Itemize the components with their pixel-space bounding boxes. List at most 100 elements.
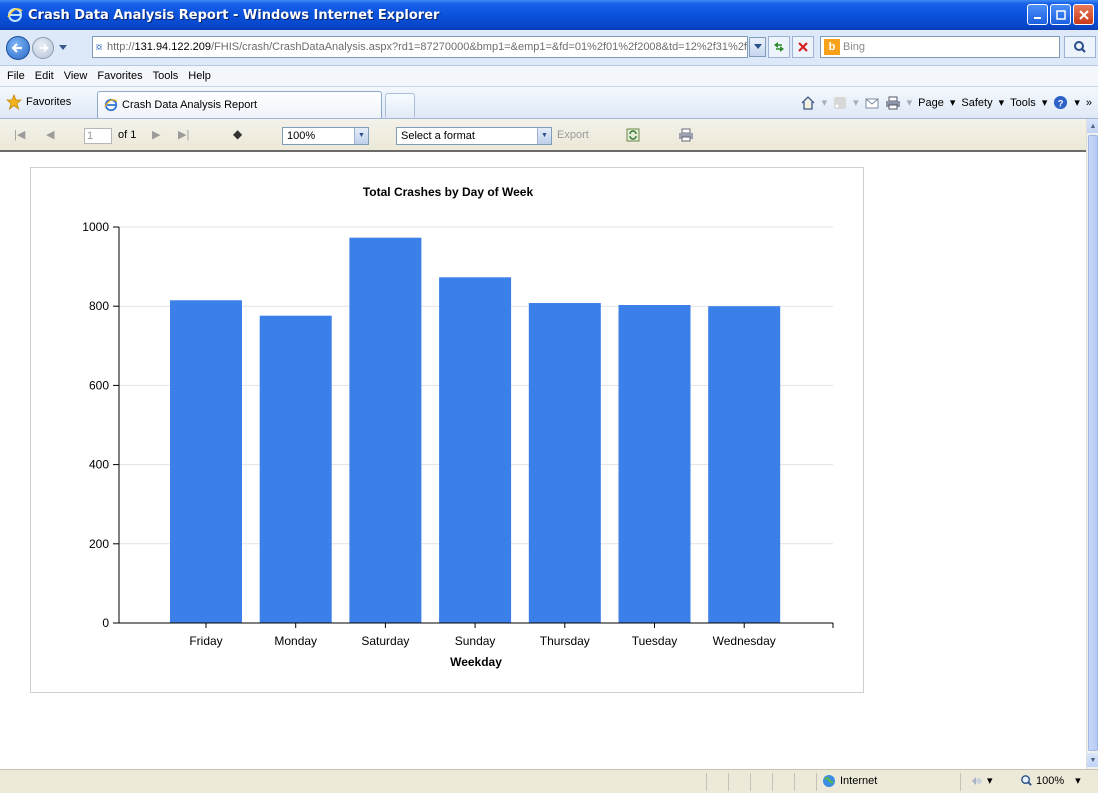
- scroll-thumb[interactable]: [1088, 135, 1098, 751]
- forward-button[interactable]: [32, 36, 54, 59]
- export-format-select[interactable]: Select a format ▼: [396, 127, 552, 145]
- page-menu[interactable]: Page: [918, 97, 944, 109]
- url-field[interactable]: http://131.94.122.209/FHIS/crash/CrashDa…: [92, 36, 748, 58]
- format-value: Select a format: [401, 130, 475, 142]
- zoom-level-button[interactable]: 100% ▾: [1020, 774, 1081, 787]
- refresh-button[interactable]: [768, 36, 790, 58]
- status-divider: [750, 773, 751, 791]
- window-title: Crash Data Analysis Report - Windows Int…: [28, 7, 440, 23]
- y-axis: 0 200 400 600 800 1000: [82, 220, 120, 630]
- tools-menu[interactable]: Tools: [1010, 97, 1036, 109]
- menu-view[interactable]: View: [61, 70, 95, 82]
- svg-text:?: ?: [1058, 98, 1064, 108]
- report-content: Total Crashes by Day of Week 0 200 400 600 8…: [0, 152, 1086, 769]
- search-field[interactable]: b Bing: [820, 36, 1060, 58]
- zoom-select[interactable]: 100% ▼: [282, 127, 369, 145]
- address-bar: http://131.94.122.209/FHIS/crash/CrashDa…: [0, 30, 1098, 66]
- search-placeholder: Bing: [843, 41, 866, 53]
- protected-mode-icon: [972, 776, 982, 785]
- status-bar: Internet ▾ 100% ▾: [0, 769, 1098, 793]
- bar-tuesday: [618, 305, 691, 623]
- window-titlebar: Crash Data Analysis Report - Windows Int…: [0, 0, 1098, 30]
- scroll-down-icon[interactable]: ▼: [1087, 753, 1098, 767]
- previous-page-icon[interactable]: ◀: [46, 128, 54, 141]
- stop-button[interactable]: [792, 36, 814, 58]
- tools-dropdown-icon[interactable]: ▾: [1042, 96, 1048, 109]
- vertical-scrollbar[interactable]: ▲ ▼: [1086, 119, 1098, 769]
- bar-thursday: [528, 303, 601, 623]
- security-zone[interactable]: Internet: [822, 774, 877, 788]
- last-page-icon[interactable]: ▶|: [178, 128, 189, 141]
- refresh-report-icon[interactable]: [626, 128, 640, 142]
- x-axis-title: Weekday: [450, 655, 502, 669]
- close-window-button[interactable]: [1073, 4, 1094, 25]
- x-tick-label: Tuesday: [632, 634, 678, 648]
- help-icon[interactable]: ?: [1053, 95, 1068, 110]
- help-dropdown-icon[interactable]: ▾: [1074, 96, 1080, 109]
- status-divider: [728, 773, 729, 791]
- chart-frame: Total Crashes by Day of Week 0 200 400 600 8…: [30, 167, 864, 693]
- url-host: 131.94.122.209: [134, 41, 211, 53]
- favorites-button[interactable]: Favorites: [6, 94, 71, 110]
- minimize-button[interactable]: [1027, 4, 1048, 25]
- print-report-icon[interactable]: [678, 128, 694, 142]
- chevron-more-icon[interactable]: »: [1086, 97, 1092, 109]
- zoom-dropdown-icon: ▾: [1075, 775, 1081, 787]
- y-tick-label: 0: [102, 616, 109, 630]
- bar-saturday: [349, 237, 422, 623]
- command-bar: ▾ ▾ ▾ Page ▾ Safety ▾ Tools ▾ ? ▾ »: [800, 95, 1092, 110]
- home-dropdown-icon[interactable]: ▾: [822, 96, 828, 109]
- chart-title: Total Crashes by Day of Week: [363, 185, 534, 199]
- status-divider: [960, 773, 961, 791]
- print-icon[interactable]: [885, 96, 901, 110]
- stop-icon: [798, 42, 808, 52]
- x-tick-label: Monday: [274, 634, 317, 648]
- new-tab-button[interactable]: [385, 93, 415, 117]
- page-number-input[interactable]: 1: [84, 128, 112, 144]
- mail-icon[interactable]: [865, 97, 879, 109]
- print-dropdown-icon[interactable]: ▾: [907, 96, 913, 109]
- scroll-up-icon[interactable]: ▲: [1087, 119, 1098, 133]
- protected-dropdown-icon: ▾: [987, 775, 993, 787]
- y-tick-label: 200: [89, 537, 109, 551]
- status-divider: [794, 773, 795, 791]
- x-tick-label: Thursday: [540, 634, 590, 648]
- home-icon[interactable]: [800, 95, 816, 110]
- ie-logo-icon: [6, 6, 24, 24]
- status-divider: [706, 773, 707, 791]
- next-page-icon[interactable]: ▶: [152, 128, 160, 141]
- back-button[interactable]: [6, 35, 30, 60]
- export-link[interactable]: Export: [557, 129, 589, 141]
- safety-dropdown-icon[interactable]: ▾: [999, 96, 1005, 109]
- menu-tools[interactable]: Tools: [150, 70, 186, 82]
- maximize-button[interactable]: [1050, 4, 1071, 25]
- menu-help[interactable]: Help: [185, 70, 218, 82]
- page-count-label: of 1: [118, 129, 137, 141]
- menu-file[interactable]: File: [4, 70, 32, 82]
- y-tick-label: 1000: [82, 220, 109, 234]
- page-dropdown-icon[interactable]: ▾: [950, 96, 956, 109]
- menu-edit[interactable]: Edit: [32, 70, 61, 82]
- refresh-icon: [774, 42, 784, 52]
- zoom-value: 100%: [287, 130, 316, 142]
- browser-tab[interactable]: Crash Data Analysis Report: [97, 91, 382, 118]
- feeds-icon[interactable]: [833, 96, 847, 110]
- y-tick-label: 800: [89, 299, 109, 313]
- y-tick-label: 600: [89, 378, 109, 392]
- url-dropdown-button[interactable]: [749, 37, 766, 57]
- back-to-parent-icon[interactable]: ◆: [233, 127, 242, 141]
- menu-favorites[interactable]: Favorites: [94, 70, 149, 82]
- x-tick-label: Friday: [189, 634, 222, 648]
- search-button[interactable]: [1064, 36, 1096, 58]
- favorites-bar: Favorites Crash Data Analysis Report ▾ ▾…: [0, 87, 1098, 119]
- status-divider: [816, 773, 817, 791]
- zoom-dropdown-icon: ▼: [354, 128, 368, 144]
- feeds-dropdown-icon[interactable]: ▾: [853, 96, 859, 109]
- zone-label: Internet: [840, 775, 878, 787]
- history-dropdown[interactable]: [58, 44, 68, 51]
- first-page-icon[interactable]: |◀: [14, 128, 25, 141]
- safety-menu[interactable]: Safety: [961, 97, 992, 109]
- url-path: /FHIS/crash/CrashDataAnalysis.aspx?rd1=8…: [211, 41, 747, 53]
- protected-mode-button[interactable]: ▾: [970, 774, 993, 787]
- bar-chart: Total Crashes by Day of Week 0 200 400 600 8…: [82, 185, 834, 669]
